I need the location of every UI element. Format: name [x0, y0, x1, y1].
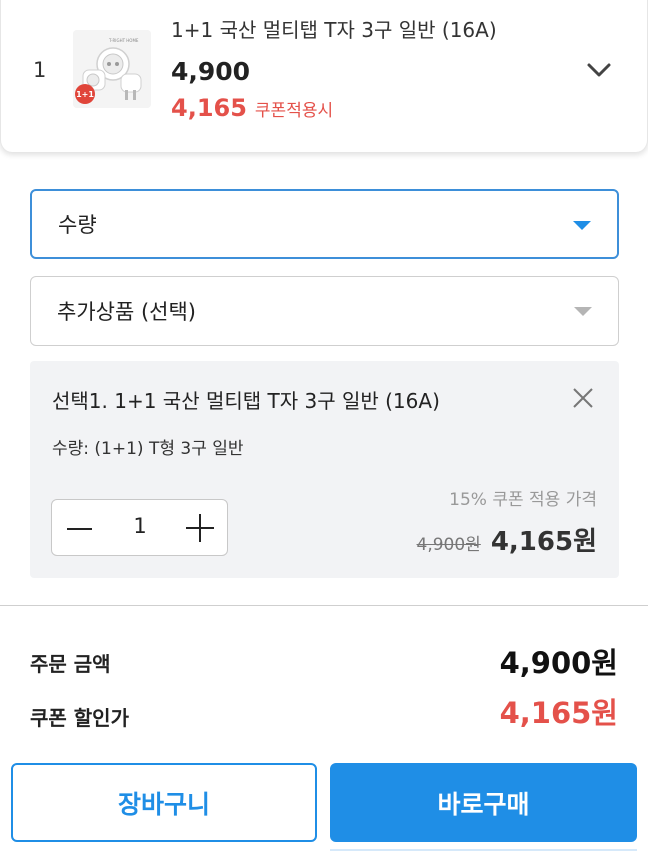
order-amount-label: 주문 금액	[30, 652, 111, 676]
discounted-price: 4,165원	[490, 527, 597, 557]
quantity-select-label: 수량	[58, 213, 97, 237]
product-summary-card[interactable]: 1 T-RIGHT HOME 1+1 1+1 국산 멀티탭 T자 3구 일반 (…	[0, 0, 648, 152]
chevron-down-icon	[587, 63, 611, 77]
product-name: 1+1 국산 멀티탭 T자 3구 일반 (16A)	[171, 18, 497, 42]
option-subtitle: 수량: (1+1) T형 3구 일반	[52, 439, 244, 459]
quantity-select[interactable]: 수량	[30, 189, 619, 259]
plus-icon	[186, 514, 214, 542]
option-price-row: 4,900원 4,165원	[417, 521, 597, 558]
remove-option-button[interactable]	[570, 385, 596, 411]
coupon-discount-value: 4,165원	[499, 696, 618, 730]
product-thumbnail: T-RIGHT HOME 1+1	[73, 30, 151, 108]
decrease-button[interactable]	[64, 514, 94, 544]
collapse-button[interactable]	[583, 54, 615, 86]
order-amount-value: 4,900원	[499, 646, 618, 680]
coupon-label: 쿠폰적용시	[254, 101, 334, 121]
divider	[0, 605, 648, 606]
product-price: 4,900	[171, 57, 251, 86]
coupon-price-row: 4,165 쿠폰적용시	[171, 94, 333, 122]
selected-option-box: 선택1. 1+1 국산 멀티탭 T자 3구 일반 (16A) 수량: (1+1)…	[30, 361, 619, 578]
thumb-brand-text: T-RIGHT HOME	[108, 38, 139, 43]
close-icon	[573, 388, 593, 408]
add-to-cart-button[interactable]: 장바구니	[11, 763, 317, 842]
addon-select-label: 추가상품 (선택)	[57, 300, 196, 324]
quantity-stepper: 1	[51, 499, 228, 556]
caret-down-icon	[574, 307, 592, 316]
one-plus-one-badge: 1+1	[75, 84, 95, 104]
addon-select[interactable]: 추가상품 (선택)	[30, 276, 619, 346]
bottom-strip	[330, 849, 637, 855]
product-index: 1	[33, 58, 47, 82]
increase-button[interactable]	[184, 512, 216, 544]
option-title: 선택1. 1+1 국산 멀티탭 T자 3구 일반 (16A)	[52, 389, 440, 413]
coupon-price: 4,165	[171, 94, 247, 122]
quantity-value[interactable]: 1	[124, 514, 156, 538]
discount-label: 15% 쿠폰 적용 가격	[449, 490, 597, 510]
original-price: 4,900원	[416, 535, 481, 555]
buy-now-button[interactable]: 바로구매	[330, 763, 637, 842]
coupon-discount-label: 쿠폰 할인가	[30, 706, 129, 730]
minus-icon	[67, 528, 92, 530]
caret-down-icon	[573, 221, 591, 230]
